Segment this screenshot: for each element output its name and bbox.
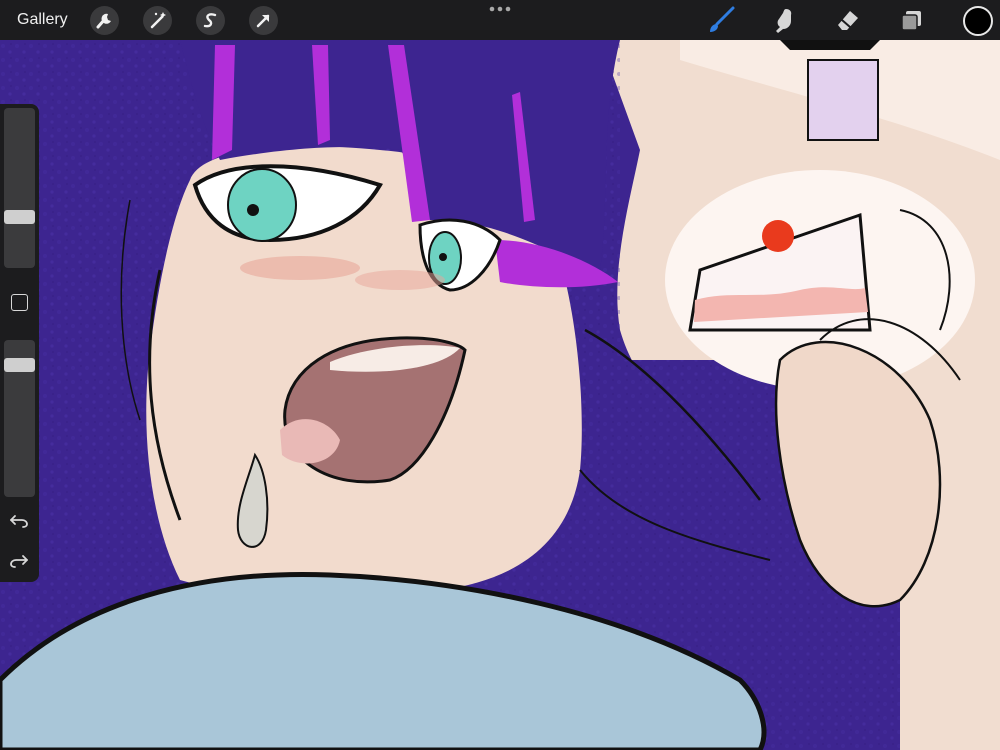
- smudge-tool-button[interactable]: [769, 5, 799, 35]
- redo-button[interactable]: [6, 549, 32, 571]
- actions-button[interactable]: [90, 6, 119, 35]
- top-toolbar: Gallery: [0, 0, 1000, 40]
- brush-tool-button[interactable]: [706, 5, 736, 35]
- left-sidebar: [0, 104, 39, 582]
- purple-object: [807, 59, 879, 141]
- layers-icon: [901, 11, 921, 31]
- brush-size-slider-thumb[interactable]: [4, 210, 35, 224]
- selection-s-icon: [203, 13, 217, 28]
- magic-wand-icon: [150, 12, 166, 29]
- gallery-button[interactable]: Gallery: [17, 0, 68, 40]
- drawing-canvas[interactable]: [0, 0, 1000, 750]
- artwork: [0, 40, 1000, 750]
- redo-icon: [10, 555, 28, 568]
- layers-button[interactable]: [897, 5, 927, 35]
- selection-button[interactable]: [196, 6, 225, 35]
- undo-button[interactable]: [6, 509, 32, 531]
- eraser-tool-button[interactable]: [833, 5, 863, 35]
- undo-icon: [10, 515, 28, 528]
- adjustments-button[interactable]: [143, 6, 172, 35]
- smudge-finger-icon: [776, 9, 792, 33]
- ellipsis-icon[interactable]: [488, 4, 512, 14]
- transform-button[interactable]: [249, 6, 278, 35]
- color-picker-button[interactable]: [963, 6, 993, 36]
- opacity-slider[interactable]: [4, 340, 35, 497]
- wrench-icon: [96, 13, 111, 29]
- opacity-slider-thumb[interactable]: [4, 358, 35, 372]
- brush-size-slider[interactable]: [4, 108, 35, 268]
- modify-button[interactable]: [11, 294, 28, 311]
- arrow-cursor-icon: [256, 14, 270, 28]
- brush-icon: [710, 6, 735, 32]
- eraser-icon: [838, 11, 858, 30]
